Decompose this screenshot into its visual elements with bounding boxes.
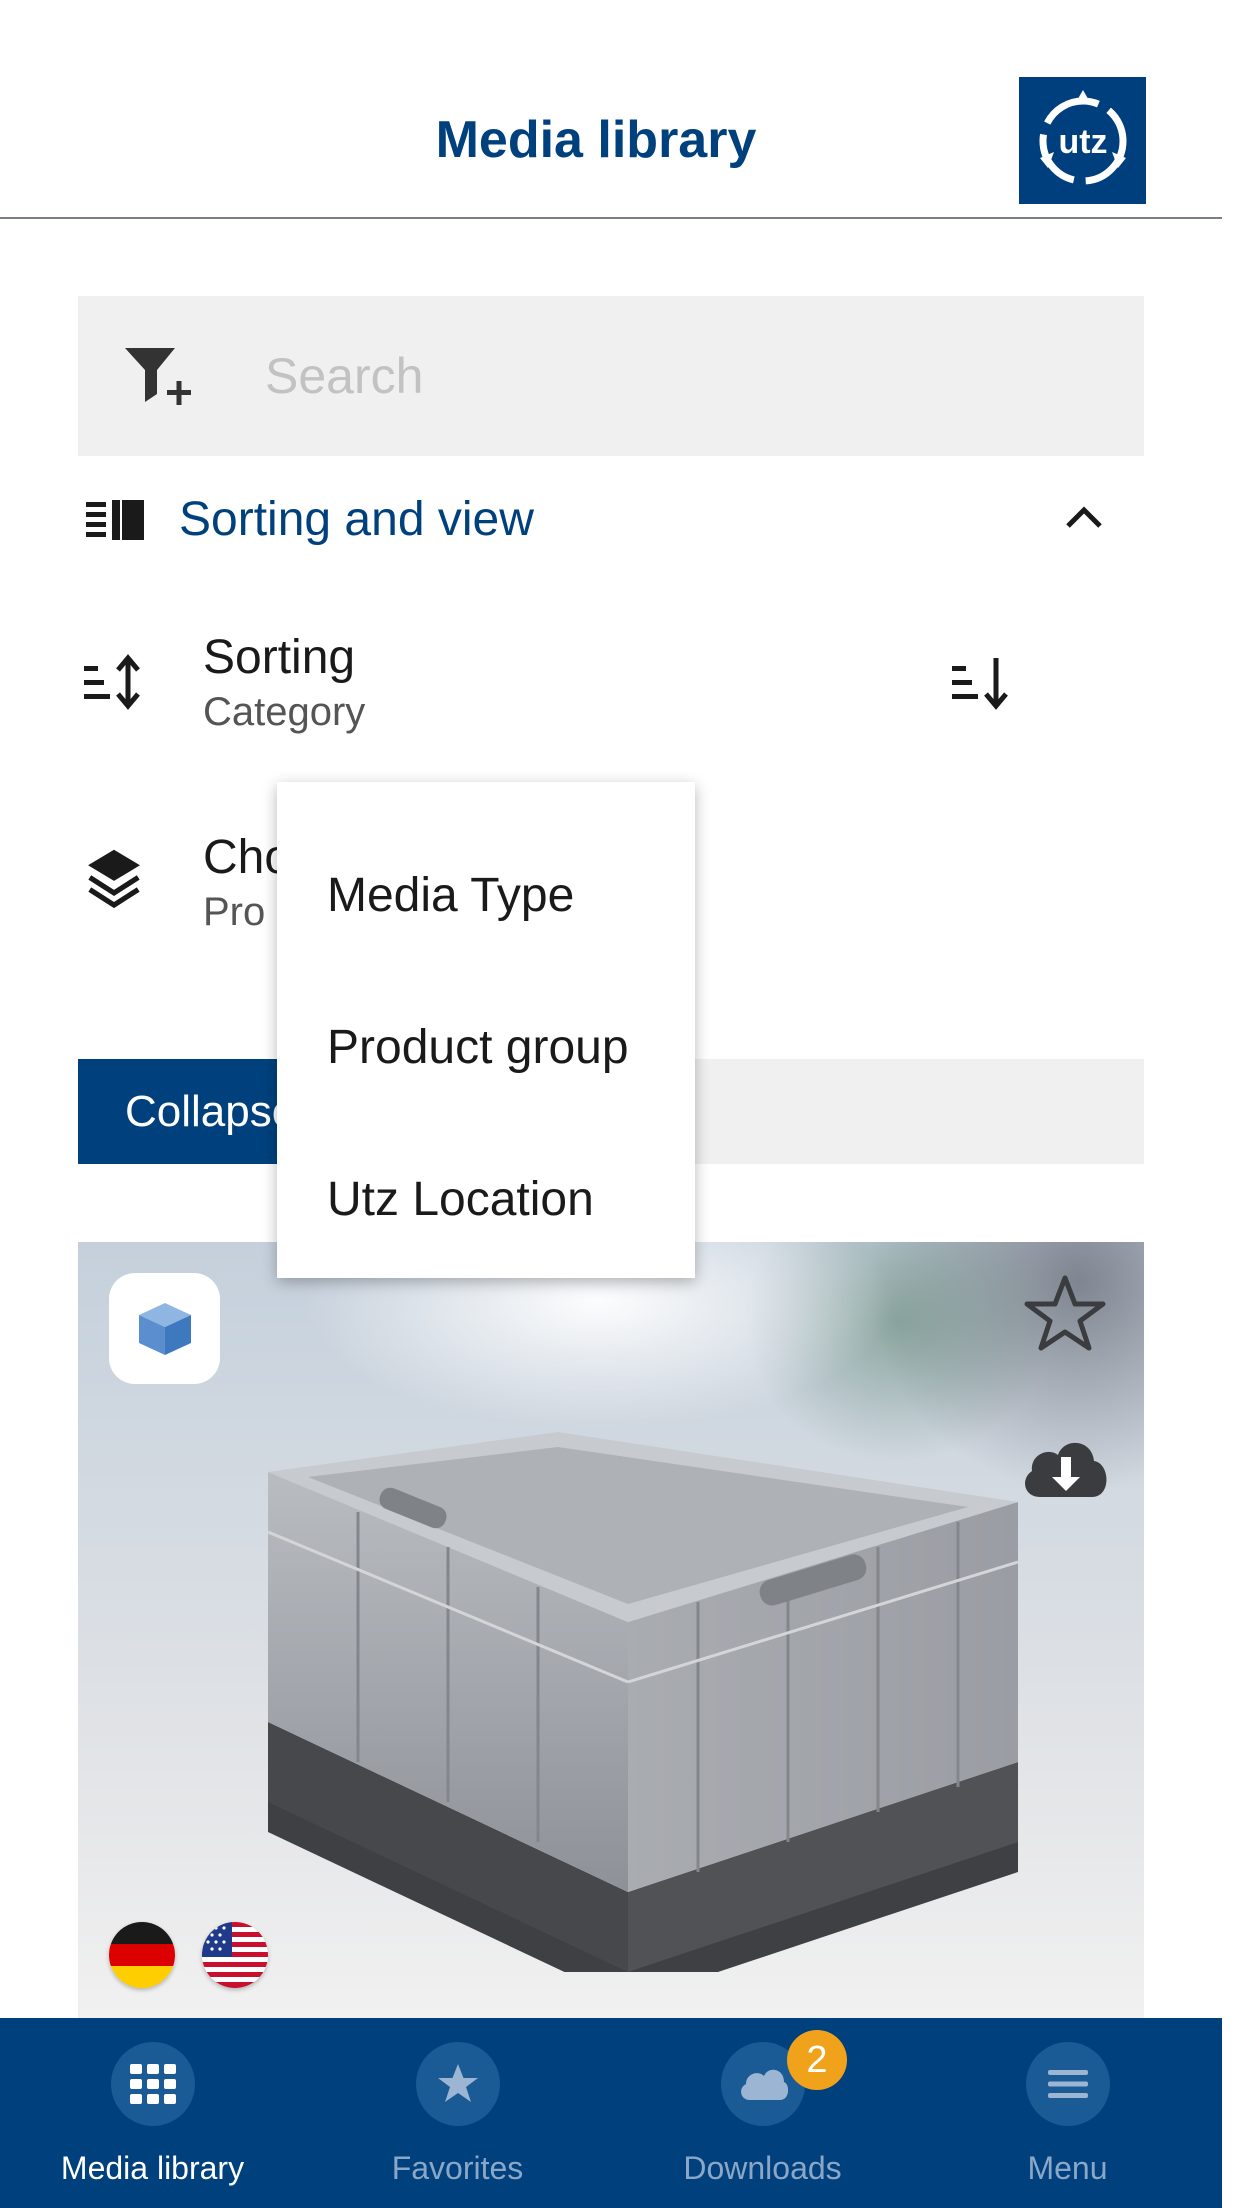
svg-text:utz: utz bbox=[1058, 123, 1107, 161]
view-list-icon bbox=[86, 500, 144, 540]
flag-de-icon bbox=[109, 1922, 175, 1988]
tab-label: Menu bbox=[1027, 2150, 1108, 2186]
filter-add-icon[interactable] bbox=[123, 344, 195, 410]
utz-logo-icon: utz bbox=[1039, 89, 1126, 184]
tab-label: Media library bbox=[60, 2150, 245, 2186]
star-icon bbox=[437, 2064, 478, 2102]
crate-preview-image bbox=[267, 1432, 1019, 1972]
downloads-count-badge: 2 bbox=[787, 2030, 847, 2090]
search-input[interactable] bbox=[265, 296, 1105, 456]
sorting-title[interactable]: Sorting bbox=[203, 630, 355, 685]
tab-label: Downloads bbox=[683, 2150, 842, 2186]
sort-descending-icon[interactable] bbox=[950, 650, 1014, 714]
bottom-tab-bar: Media library Favorites 2 Downloads Menu bbox=[0, 2018, 1222, 2208]
utz-logo[interactable]: utz bbox=[1019, 77, 1146, 204]
tab-label: Favorites bbox=[391, 2150, 524, 2186]
dropdown-option-utz-location[interactable]: Utz Location bbox=[327, 1172, 594, 1227]
dropdown-option-media-type[interactable]: Media Type bbox=[327, 868, 574, 923]
tab-favorites[interactable]: Favorites bbox=[305, 2018, 610, 2208]
cloud-icon bbox=[740, 2069, 788, 2100]
dropdown-option-product-group[interactable]: Product group bbox=[327, 1020, 629, 1075]
sorting-and-view-label: Sorting and view bbox=[179, 493, 534, 546]
tab-media-library[interactable]: Media library bbox=[0, 2018, 305, 2208]
media-card[interactable] bbox=[78, 1242, 1144, 2022]
cloud-download-icon[interactable] bbox=[1018, 1427, 1114, 1507]
sort-toggle-icon bbox=[84, 654, 140, 710]
media-type-badge bbox=[109, 1273, 220, 1384]
flag-us-icon bbox=[202, 1922, 268, 1988]
grid-icon bbox=[129, 2064, 176, 2104]
layers-icon bbox=[88, 849, 140, 909]
grouping-value[interactable]: Pro bbox=[203, 890, 265, 935]
chevron-up-icon[interactable] bbox=[1064, 502, 1104, 530]
favorite-star-icon[interactable] bbox=[1023, 1272, 1107, 1356]
grouping-dropdown-menu: Media Type Product group Utz Location bbox=[277, 782, 695, 1278]
sorting-value[interactable]: Category bbox=[203, 690, 365, 735]
sorting-and-view-toggle[interactable]: Sorting and view bbox=[78, 480, 1144, 560]
tab-menu[interactable]: Menu bbox=[915, 2018, 1220, 2208]
app-header: Media library utz bbox=[0, 0, 1222, 219]
3d-cube-icon bbox=[138, 1302, 191, 1355]
tab-downloads[interactable]: 2 Downloads bbox=[610, 2018, 915, 2208]
menu-icon bbox=[1047, 2070, 1088, 2098]
search-bar bbox=[78, 296, 1144, 456]
